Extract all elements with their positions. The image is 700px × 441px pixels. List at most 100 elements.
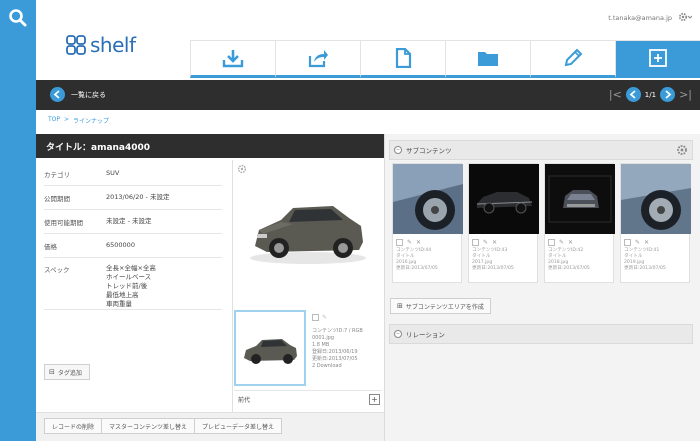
top-navigation — [190, 40, 700, 78]
property-row: スペック 全長×全幅×全高 ホイールベース トレッド前/後 最低地上高 車両重量 — [44, 258, 222, 310]
sub-content-card[interactable]: ✎ ✕ コンテンツID:42 タイトル 2018.jpg 更新日:2013/07… — [544, 163, 615, 283]
action-buttons: レコードの削除 マスターコンテンツ差し替え プレビューデータ差し替え — [44, 418, 283, 434]
document-icon — [395, 48, 412, 68]
sub-contents-title: サブコンテンツ — [406, 147, 452, 155]
property-label: 使用可能期間 — [44, 218, 83, 227]
card-date: 更新日:2013/07/05 — [396, 266, 438, 271]
record-toolbar: 一覧に戻る |< 1/1 >| — [36, 80, 700, 110]
add-tag-label: タグ追加 — [57, 369, 82, 377]
gear-icon[interactable] — [676, 144, 688, 156]
breadcrumb: TOP > ラインナップ — [48, 116, 109, 125]
card-checkbox[interactable] — [624, 239, 631, 246]
pager: |< 1/1 >| — [609, 87, 692, 102]
property-row: 使用可能期間 未設定 - 未設定 — [44, 210, 222, 234]
search-button[interactable] — [0, 0, 36, 36]
card-date: 更新日:2013/07/05 — [548, 266, 590, 271]
settings-button[interactable] — [676, 9, 694, 25]
next-page-button[interactable] — [660, 87, 676, 102]
nav-edit[interactable] — [530, 41, 615, 78]
nav-download[interactable] — [190, 41, 275, 78]
file-display-name: 前代 — [238, 397, 251, 404]
close-icon[interactable]: ✕ — [492, 239, 497, 246]
user-email[interactable]: t.tanaka@amana.jp — [608, 14, 672, 22]
create-sub-area-button[interactable]: ⊞ サブコンテンツエリアを作成 — [390, 298, 491, 314]
sub-content-card[interactable]: ✎ ✕ コンテンツID:41 タイトル 2019.jpg 更新日:2013/07… — [620, 163, 691, 283]
car-thumbnail-image — [244, 339, 297, 364]
last-page-icon[interactable]: >| — [679, 87, 692, 102]
breadcrumb-top[interactable]: TOP — [48, 116, 60, 125]
card-actions: ✎ ✕ — [621, 234, 689, 248]
add-box-icon: ⊞ — [397, 302, 403, 310]
file-registered-date: 登録日:2013/06/19 — [312, 349, 358, 355]
pencil-icon[interactable]: ✎ — [559, 239, 564, 246]
pencil-icon[interactable]: ✎ — [322, 314, 327, 321]
file-size: 1.8 MB — [312, 342, 330, 348]
first-page-icon[interactable]: |< — [609, 87, 622, 102]
search-icon — [9, 9, 27, 27]
delete-record-button[interactable]: レコードの削除 — [44, 418, 103, 434]
sub-contents-grid: ✎ ✕ コンテンツID:44 タイトル 2016.jpg 更新日:2013/07… — [392, 163, 692, 283]
card-checkbox[interactable] — [396, 239, 403, 246]
file-content-id: コンテンツID:7 / RGB — [312, 328, 363, 334]
collapse-icon[interactable]: − — [394, 330, 402, 338]
breadcrumb-current[interactable]: ラインナップ — [73, 116, 109, 125]
property-label: カテゴリ — [44, 170, 70, 179]
prev-page-button[interactable] — [625, 87, 641, 102]
file-name-row: 前代 + — [234, 390, 382, 408]
card-date: 更新日:2013/07/05 — [624, 266, 666, 271]
download-icon — [222, 50, 244, 68]
gear-icon — [678, 12, 692, 22]
left-sidebar — [0, 0, 36, 441]
sub-contents-header[interactable]: − サブコンテンツ — [389, 140, 693, 160]
nav-add[interactable] — [615, 41, 700, 78]
arrow-left-icon — [50, 87, 65, 102]
property-label: 公開期間 — [44, 194, 70, 203]
file-info: コンテンツID:7 / RGB 0001.jpg 1.8 MB 登録日:2013… — [312, 328, 382, 370]
property-label: スペック — [44, 266, 70, 274]
property-value: SUV — [106, 169, 120, 177]
plus-icon: + — [371, 395, 378, 404]
pencil-icon — [564, 48, 583, 67]
nav-document[interactable] — [360, 41, 445, 78]
relation-title: リレーション — [406, 331, 445, 339]
back-to-list-button[interactable]: 一覧に戻る — [50, 87, 106, 102]
card-checkbox[interactable] — [548, 239, 555, 246]
add-file-button[interactable]: + — [369, 394, 380, 405]
property-row: カテゴリ SUV — [44, 162, 222, 186]
properties-table: カテゴリ SUV 公開期間 2013/06/20 - 未設定 使用可能期間 未設… — [44, 162, 222, 310]
close-icon[interactable]: ✕ — [568, 239, 573, 246]
add-square-icon — [649, 49, 667, 67]
replace-master-button[interactable]: マスターコンテンツ差し替え — [101, 418, 196, 434]
collapse-icon[interactable]: − — [394, 146, 402, 154]
close-icon[interactable]: ✕ — [644, 239, 649, 246]
pencil-icon[interactable]: ✎ — [407, 239, 412, 246]
app-logo[interactable]: shelf — [66, 28, 176, 62]
car-image — [250, 206, 366, 264]
pencil-icon[interactable]: ✎ — [635, 239, 640, 246]
property-value: 2013/06/20 - 未設定 — [106, 193, 170, 201]
thumbnail-actions: ✎ — [312, 314, 327, 321]
replace-preview-button[interactable]: プレビューデータ差し替え — [194, 418, 283, 434]
nav-share[interactable] — [275, 41, 360, 78]
main-preview-image[interactable] — [233, 160, 383, 306]
card-checkbox[interactable] — [472, 239, 479, 246]
page-indicator: 1/1 — [644, 90, 657, 99]
car-side-image — [469, 164, 539, 234]
tag-icon: ⊟ — [49, 368, 55, 376]
wheel-image — [621, 164, 691, 234]
file-name: 0001.jpg — [312, 335, 335, 341]
add-tag-button[interactable]: ⊟ タグ追加 — [44, 364, 90, 380]
pencil-icon[interactable]: ✎ — [483, 239, 488, 246]
sub-content-card[interactable]: ✎ ✕ コンテンツID:43 タイトル 2017.jpg 更新日:2013/07… — [468, 163, 539, 283]
wheel-image — [393, 164, 463, 234]
file-download-count: 2 Download — [312, 363, 342, 369]
sub-content-card[interactable]: ✎ ✕ コンテンツID:44 タイトル 2016.jpg 更新日:2013/07… — [392, 163, 463, 283]
close-icon[interactable]: ✕ — [416, 239, 421, 246]
master-thumbnail[interactable] — [234, 310, 306, 386]
relation-header[interactable]: − リレーション — [389, 324, 693, 344]
thumbnail-checkbox[interactable] — [312, 314, 319, 321]
arrow-right-icon — [665, 90, 672, 99]
property-row: 価格 6500000 — [44, 234, 222, 258]
create-sub-area-label: サブコンテンツエリアを作成 — [405, 303, 484, 311]
nav-folder[interactable] — [445, 41, 530, 78]
